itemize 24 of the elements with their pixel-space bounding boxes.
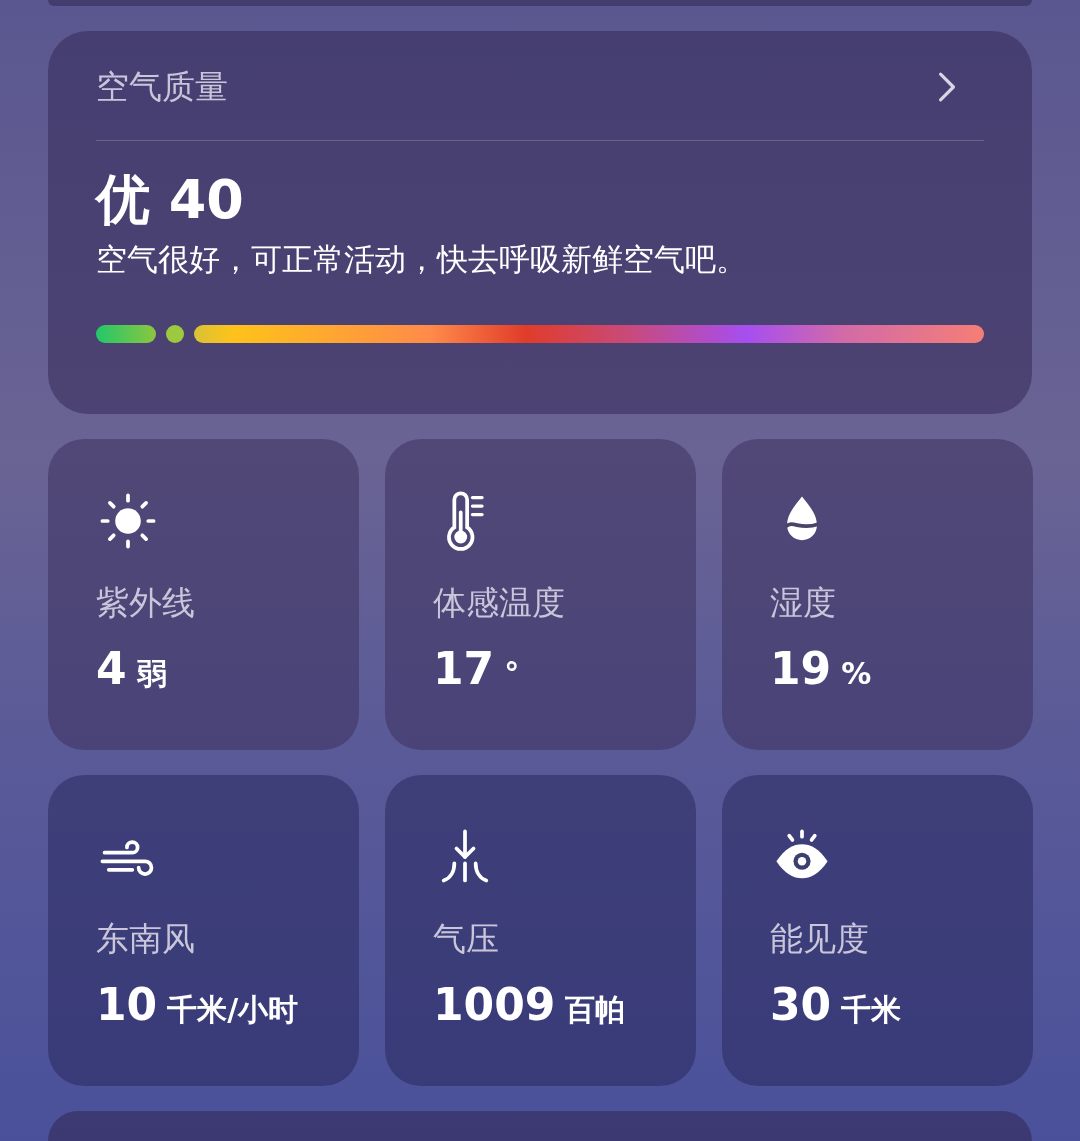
tile-unit: 千米 [841, 991, 902, 1030]
tile-label: 东南风 [96, 918, 196, 961]
tile-label: 湿度 [770, 582, 837, 625]
aqi-description: 空气很好，可正常活动，快去呼吸新鲜空气吧。 [96, 239, 748, 279]
tile-value: 10 [96, 979, 158, 1032]
tile-unit: 千米/小时 [167, 991, 299, 1030]
tile-label: 体感温度 [433, 582, 566, 625]
tile-label: 气压 [433, 918, 500, 961]
gauge-marker [166, 324, 184, 343]
card-title: 空气质量 [96, 65, 228, 108]
tile-value: 1009 [433, 979, 556, 1032]
tile-value: 19 [770, 643, 832, 696]
aqi-reading: 优 40 [96, 166, 245, 233]
tile-value: 30 [770, 979, 832, 1032]
tile-value: 17 [433, 643, 495, 696]
tile-label: 紫外线 [96, 582, 196, 625]
tile-unit: % [841, 656, 872, 692]
tile-unit: 弱 [136, 655, 167, 694]
tile-unit: 百帕 [565, 991, 626, 1030]
chevron-right-icon[interactable] [936, 70, 958, 105]
tile-label: 能见度 [770, 918, 870, 961]
tile-unit: ° [504, 656, 520, 692]
tile-value: 4 [96, 643, 127, 696]
gauge-segment [96, 324, 156, 343]
